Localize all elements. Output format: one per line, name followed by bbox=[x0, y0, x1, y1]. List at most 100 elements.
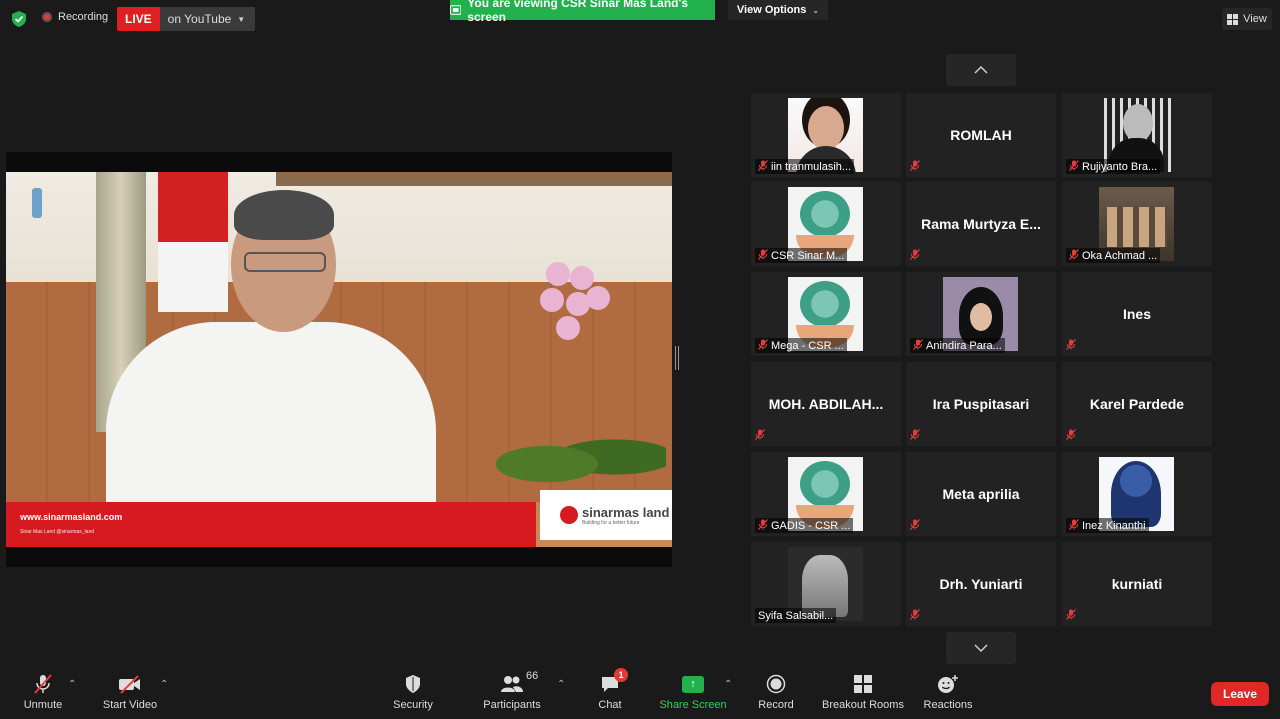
muted-mic-icon bbox=[1069, 248, 1079, 263]
participant-name: MOH. ABDILAH... bbox=[768, 396, 884, 412]
live-target-dropdown[interactable]: on YouTube ▼ bbox=[159, 7, 256, 31]
participant-tile[interactable]: Oka Achmad ... bbox=[1062, 182, 1212, 266]
participant-tile[interactable]: GADIS - CSR ... bbox=[751, 452, 901, 536]
gallery-scroll-up-button[interactable] bbox=[946, 54, 1016, 86]
participant-name: Mega - CSR ... bbox=[771, 339, 844, 352]
participant-name: Meta aprilia bbox=[942, 486, 1020, 502]
chat-label: Chat bbox=[598, 699, 622, 711]
muted-mic-icon bbox=[755, 429, 765, 443]
participant-tile[interactable]: Ira Puspitasari bbox=[906, 362, 1056, 446]
reactions-button[interactable]: Reactions bbox=[922, 673, 974, 711]
participant-tile[interactable]: Anindira Para... bbox=[906, 272, 1056, 356]
live-target-label: on YouTube bbox=[167, 12, 232, 26]
participant-tile[interactable]: CSR Sinar M... bbox=[751, 182, 901, 266]
participant-tile[interactable]: Inez Kinanthi bbox=[1062, 452, 1212, 536]
chat-button[interactable]: 1 Chat bbox=[592, 668, 628, 711]
share-options-caret-icon[interactable]: ⌃ bbox=[724, 679, 732, 690]
reactions-label: Reactions bbox=[923, 699, 973, 711]
gallery-scroll-down-button[interactable] bbox=[946, 632, 1016, 664]
view-layout-button[interactable]: View bbox=[1222, 8, 1272, 30]
participant-name: Syifa Salsabil... bbox=[758, 609, 834, 622]
participant-tile[interactable]: Ines bbox=[1062, 272, 1212, 356]
participant-tile[interactable]: Drh. Yuniarti bbox=[906, 542, 1056, 626]
audio-options-caret-icon[interactable]: ⌃ bbox=[68, 679, 76, 690]
breakout-rooms-button[interactable]: Breakout Rooms bbox=[820, 673, 906, 711]
participant-name: Rama Murtyza E... bbox=[921, 216, 1041, 232]
chat-unread-badge: 1 bbox=[614, 668, 628, 682]
muted-mic-icon bbox=[1066, 609, 1076, 623]
participants-label: Participants bbox=[483, 699, 541, 711]
muted-mic-icon bbox=[910, 429, 920, 443]
encryption-shield-icon[interactable] bbox=[10, 10, 28, 28]
participant-tile[interactable]: Syifa Salsabil... bbox=[751, 542, 901, 626]
chevron-down-icon: ⌄ bbox=[812, 5, 820, 15]
participant-tile[interactable]: iin tranmulasih... bbox=[751, 93, 901, 177]
participant-name: Rujiyanto Bra... bbox=[1082, 160, 1158, 173]
participant-tile[interactable]: Rujiyanto Bra... bbox=[1062, 93, 1212, 177]
speaker-body bbox=[106, 322, 436, 522]
unmute-label: Unmute bbox=[23, 699, 63, 711]
participants-button[interactable]: 66 Participants bbox=[481, 670, 543, 711]
sinarmas-logo-icon bbox=[560, 506, 578, 524]
start-video-label: Start Video bbox=[102, 699, 158, 711]
recording-indicator[interactable]: Recording bbox=[42, 11, 108, 23]
grid-view-icon bbox=[1227, 13, 1239, 25]
viewing-screen-banner: You are viewing CSR Sinar Mas Land's scr… bbox=[450, 0, 715, 24]
muted-mic-icon bbox=[758, 248, 768, 263]
indonesian-flag bbox=[158, 172, 228, 312]
participant-name: ROMLAH bbox=[950, 127, 1012, 143]
speaker-glasses bbox=[244, 252, 326, 272]
leave-meeting-button[interactable]: Leave bbox=[1211, 682, 1269, 706]
reactions-smiley-icon bbox=[937, 673, 959, 695]
security-button[interactable]: Security bbox=[390, 673, 436, 711]
chevron-down-icon bbox=[974, 644, 988, 652]
muted-mic-icon bbox=[910, 609, 920, 623]
participant-name: Drh. Yuniarti bbox=[939, 576, 1023, 592]
participants-options-caret-icon[interactable]: ⌃ bbox=[557, 679, 565, 690]
breakout-rooms-label: Breakout Rooms bbox=[822, 699, 904, 711]
participant-name-label: Oka Achmad ... bbox=[1066, 248, 1161, 263]
participant-name: Ines bbox=[1122, 306, 1151, 322]
record-label: Record bbox=[758, 699, 794, 711]
muted-mic-icon bbox=[910, 249, 920, 263]
participant-name-label: Mega - CSR ... bbox=[755, 338, 847, 353]
participant-tile[interactable]: kurniati bbox=[1062, 542, 1212, 626]
muted-mic-icon bbox=[1066, 429, 1076, 443]
participant-tile[interactable]: Rama Murtyza E... bbox=[906, 182, 1056, 266]
participants-icon: 66 bbox=[500, 670, 538, 695]
shared-screen[interactable]: www.sinarmasland.com Sinar Mas Land @sin… bbox=[6, 152, 672, 567]
participant-name-label: Syifa Salsabil... bbox=[755, 608, 837, 623]
participants-count: 66 bbox=[526, 670, 539, 682]
video-off-icon bbox=[118, 673, 142, 695]
panel-resize-handle[interactable] bbox=[675, 346, 679, 370]
view-options-button[interactable]: View Options ⌄ bbox=[728, 0, 828, 20]
video-options-caret-icon[interactable]: ⌃ bbox=[160, 679, 168, 690]
record-button[interactable]: Record bbox=[756, 673, 796, 711]
participant-name: CSR Sinar M... bbox=[771, 249, 845, 262]
start-video-button[interactable]: Start Video bbox=[100, 673, 160, 711]
security-shield-icon bbox=[404, 673, 422, 695]
participant-tile[interactable]: Karel Pardede bbox=[1062, 362, 1212, 446]
participant-tile[interactable]: Mega - CSR ... bbox=[751, 272, 901, 356]
live-stream-control[interactable]: LIVE on YouTube ▼ bbox=[117, 7, 256, 31]
participant-tile[interactable]: ROMLAH bbox=[906, 93, 1056, 177]
muted-mic-icon bbox=[1069, 159, 1079, 174]
muted-mic-icon bbox=[1069, 518, 1079, 533]
participant-tile[interactable]: MOH. ABDILAH... bbox=[751, 362, 901, 446]
muted-mic-icon bbox=[758, 518, 768, 533]
live-badge: LIVE bbox=[117, 7, 160, 31]
share-screen-button[interactable]: ↑ Share Screen bbox=[658, 673, 728, 711]
participant-tile[interactable]: Meta aprilia bbox=[906, 452, 1056, 536]
share-screen-label: Share Screen bbox=[659, 699, 727, 711]
unmute-button[interactable]: Unmute bbox=[20, 673, 66, 711]
participant-name: Karel Pardede bbox=[1089, 396, 1185, 412]
record-icon bbox=[766, 673, 786, 695]
participant-name: kurniati bbox=[1111, 576, 1163, 592]
muted-microphone-icon bbox=[33, 673, 53, 695]
recording-dot-icon bbox=[42, 12, 52, 22]
shared-video-frame: www.sinarmasland.com Sinar Mas Land @sin… bbox=[6, 172, 672, 547]
view-label: View bbox=[1243, 13, 1267, 25]
muted-mic-icon bbox=[758, 338, 768, 353]
muted-mic-icon bbox=[1066, 339, 1076, 353]
muted-mic-icon bbox=[910, 519, 920, 533]
